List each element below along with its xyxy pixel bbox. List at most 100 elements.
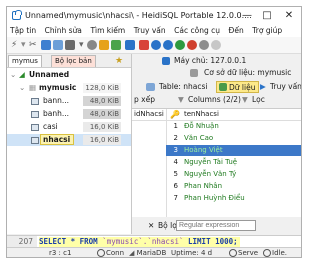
column-header-name[interactable]: tenNhacsi [184,109,219,120]
idle-status: Idle. [263,248,287,257]
table-name: banh... [43,109,70,118]
delete-icon[interactable] [187,40,197,50]
cancel-icon[interactable] [211,40,221,50]
quick-filter-bar: ✕ Bộ lọc [132,220,301,232]
sort-button[interactable]: p xếp [134,94,155,106]
tree-session[interactable]: ⌄ ◢ Unnamed [7,69,131,81]
regex-input[interactable] [176,220,256,231]
menu-query[interactable]: Truy vấn [131,25,169,37]
plug-icon[interactable]: ⚡ [11,38,17,52]
table-row[interactable]: 5 Nguyễn Văn Tý [166,169,301,180]
more-icon[interactable]: ▾ [79,38,84,52]
cell-id[interactable]: 3 [166,145,178,156]
menu-edit[interactable]: Chỉnh sửa [42,25,85,37]
stop-icon[interactable] [139,40,149,50]
maximize-button[interactable]: □ [259,9,275,23]
sql-icon[interactable] [99,40,109,50]
column-header-id[interactable]: idNhacsi [134,109,164,120]
copy-icon[interactable] [41,40,51,50]
table-row-selected[interactable]: 3 Hoàng Việt [166,145,301,156]
minimize-button[interactable]: — [239,9,255,23]
grid-icon[interactable] [111,40,121,50]
expand-icon[interactable]: ⌄ [10,69,16,81]
connection-status: Conn [97,248,124,257]
menu-bar: Tập tin Chỉnh sửa Tìm kiếm Truy vấn Các … [7,25,301,37]
table-row[interactable]: 1 Đỗ Nhuận [166,121,301,132]
table-icon [31,111,39,118]
table-icon [31,124,39,131]
check-icon[interactable] [199,40,209,50]
table-name: bann... [43,96,70,105]
close-filter-icon[interactable]: ✕ [148,220,154,232]
row-indicator-column [132,109,167,217]
cell-name[interactable]: Phan Huỳnh Điểu [184,193,245,204]
filter-button[interactable]: Lọc [252,94,265,106]
next-icon[interactable] [163,40,173,50]
cell-id[interactable]: 2 [166,133,178,144]
session-label: Unnamed [29,70,70,79]
cursor-position: r3 : c1 [49,249,72,257]
first-icon[interactable] [151,40,161,50]
tab-table-filter[interactable]: Bộ lọc bản [51,55,96,67]
database-icon: ▦ [29,83,37,92]
tree-table-row[interactable]: casi 16,0 KiB [7,121,131,133]
table-size: 16,0 KiB [83,122,121,132]
paste-icon[interactable] [53,40,63,50]
cut-icon[interactable]: ✂ [29,38,37,52]
database-tree-panel: mymus Bộ lọc bản ★ ⌄ ◢ Unnamed ⌄ ▦ mymus… [7,54,132,234]
tree-table-row-selected[interactable]: nhacsi 16,0 KiB [7,134,131,146]
close-button[interactable]: ✕ [281,9,297,23]
cell-id[interactable]: 5 [166,169,178,180]
tab-query[interactable]: ▶ Truy vấn [260,81,302,93]
tree-table-row[interactable]: banh... 48,0 KiB [7,108,131,120]
cell-name[interactable]: Nguyễn Tài Tuệ [184,157,237,168]
add-icon[interactable] [175,40,185,50]
star-icon[interactable]: ★ [115,54,123,68]
table-name: nhacsi [43,135,71,144]
window-title: Unnamed\mymusic\nhacsi\ - HeidiSQL Porta… [25,11,252,20]
cell-name[interactable]: Đỗ Nhuận [184,121,219,132]
tree-database[interactable]: ⌄ ▦ mymusic 128,0 KiB [7,82,131,94]
dropdown-icon[interactable]: ▾ [21,38,26,52]
cell-name[interactable]: Phan Nhân [184,181,222,192]
tab-database-filter[interactable]: mymus [8,55,42,67]
cell-id[interactable]: 1 [166,121,178,132]
query-text[interactable]: SELECT * FROM `mymusic`.`nhacsi` LIMIT 1… [39,237,240,247]
session-icon: ◢ [19,70,25,79]
database-name: mymusic [39,83,77,92]
menu-search[interactable]: Tìm kiếm [87,25,128,37]
menu-help[interactable]: Trợ giúp [249,25,285,37]
clock-icon [229,249,237,257]
clock-icon [97,249,105,257]
cell-id[interactable]: 6 [166,181,178,192]
bars-icon[interactable] [125,40,135,50]
server-icon [162,57,170,65]
tab-data[interactable]: Dữ liệu [216,81,260,93]
cell-name[interactable]: Hoàng Việt [184,145,223,156]
columns-button[interactable]: Columns (2/2) [188,94,241,106]
server-type: ◢ MariaDB [129,249,167,257]
tab-query-label: Truy vấn [270,82,302,91]
cell-id[interactable]: 4 [166,157,178,168]
menu-goto[interactable]: Đến [226,25,247,37]
menu-file[interactable]: Tập tin [7,25,39,37]
expand-icon[interactable]: ⌄ [19,82,25,94]
cell-id[interactable]: 7 [166,193,178,204]
data-grid: idNhacsi 🔑 tenNhacsi 1 Đỗ Nhuận 2 Văn Ca… [132,108,301,217]
settings-icon[interactable] [87,40,97,50]
print-icon[interactable] [65,40,75,50]
table-size: 16,0 KiB [83,135,121,145]
cell-name[interactable]: Nguyễn Văn Tý [184,169,236,180]
table-row[interactable]: 6 Phan Nhân [166,181,301,192]
content-tabs: Table: nhacsi Dữ liệu ▶ Truy vấn [132,80,301,94]
table-row[interactable]: 4 Nguyễn Tài Tuệ [166,157,301,168]
table-row[interactable]: 7 Phan Huỳnh Điểu [166,193,301,204]
title-bar: Unnamed\mymusic\nhacsi\ - HeidiSQL Porta… [7,7,301,25]
menu-tools[interactable]: Các công cụ [171,25,223,37]
cell-name[interactable]: Văn Cao [184,133,213,144]
table-row[interactable]: 2 Văn Cao [166,133,301,144]
database-size: 128,0 KiB [83,83,121,93]
tree-table-row[interactable]: bann... 48,0 KiB [7,95,131,107]
tab-table[interactable]: Table: nhacsi [156,81,211,93]
table-reference: `mymusic`.`nhacsi` [102,237,184,246]
